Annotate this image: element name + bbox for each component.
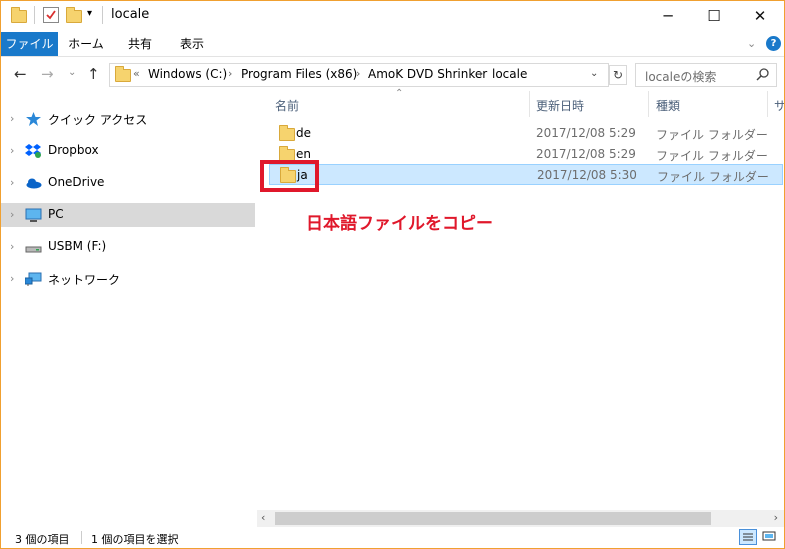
file-name: de <box>296 126 311 140</box>
dropbox-icon <box>25 144 41 158</box>
file-type: ファイル フォルダー <box>656 149 768 163</box>
breadcrumb-program-files[interactable]: Program Files (x86) <box>241 67 357 81</box>
divider <box>81 531 82 544</box>
column-divider[interactable] <box>529 91 530 117</box>
nav-item-quick-access[interactable]: › クイック アクセス <box>1 107 255 131</box>
chevron-right-icon[interactable]: › <box>10 176 14 189</box>
list-item[interactable]: de 2017/12/08 5:29 ファイル フォルダー <box>269 123 783 144</box>
chevron-right-icon[interactable]: › <box>10 144 14 157</box>
search-icon[interactable] <box>756 68 769 81</box>
window-title: locale <box>111 7 150 22</box>
divider <box>34 6 35 24</box>
sort-ascending-icon: ⌃ <box>395 88 404 99</box>
address-bar[interactable]: « Windows (C:) › Program Files (x86) › A… <box>109 63 609 87</box>
scroll-right-icon[interactable]: › <box>774 511 778 524</box>
tab-share[interactable]: 共有 <box>115 32 165 56</box>
tab-view[interactable]: 表示 <box>167 32 217 56</box>
details-view-icon[interactable] <box>739 529 757 545</box>
star-icon <box>26 112 41 126</box>
breadcrumb-amok[interactable]: AmoK DVD Shrinker <box>368 67 487 81</box>
drive-icon <box>25 246 42 253</box>
selected-count: 1 個の項目を選択 <box>91 533 179 546</box>
back-button[interactable]: ← <box>14 65 27 83</box>
help-icon[interactable]: ? <box>766 36 781 51</box>
minimize-button[interactable]: ─ <box>645 1 691 32</box>
nav-item-pc[interactable]: › PC <box>1 203 255 227</box>
search-box[interactable]: localeの検索 <box>635 63 777 87</box>
up-button[interactable]: ↑ <box>87 65 100 83</box>
list-item[interactable]: en 2017/12/08 5:29 ファイル フォルダー <box>269 144 783 165</box>
folder-icon <box>115 66 131 85</box>
file-type: ファイル フォルダー <box>656 128 768 142</box>
scroll-left-icon[interactable]: ‹ <box>261 511 265 524</box>
chevron-right-icon[interactable]: › <box>10 240 14 253</box>
file-date: 2017/12/08 5:29 <box>536 126 636 140</box>
folder-icon <box>11 7 27 24</box>
folder-icon <box>279 125 295 144</box>
nav-item-network[interactable]: › ネットワーク <box>1 267 255 291</box>
expand-ribbon-icon[interactable]: ⌄ <box>747 37 756 50</box>
nav-label: OneDrive <box>48 175 105 189</box>
close-button[interactable]: ✕ <box>737 1 783 32</box>
navigation-pane: › クイック アクセス › Dropbox › OneDrive › PC › <box>1 93 255 517</box>
column-header-type[interactable]: 種類 <box>656 97 680 114</box>
tab-home[interactable]: ホーム <box>61 32 111 56</box>
customize-quick-access-icon[interactable]: ▾ <box>87 8 92 24</box>
item-count: 3 個の項目 <box>15 533 70 546</box>
list-item-selected[interactable]: ja 2017/12/08 5:30 ファイル フォルダー <box>269 164 783 185</box>
status-bar: 3 個の項目 1 個の項目を選択 <box>1 527 784 548</box>
column-header-date[interactable]: 更新日時 <box>536 97 584 114</box>
nav-item-onedrive[interactable]: › OneDrive <box>1 171 255 195</box>
file-date: 2017/12/08 5:29 <box>536 147 636 161</box>
chevron-right-icon: › <box>479 67 484 80</box>
properties-icon[interactable] <box>43 7 59 23</box>
chevron-right-icon: › <box>356 67 361 80</box>
chevron-down-icon[interactable]: ⌄ <box>590 68 598 79</box>
highlight-box <box>260 160 319 192</box>
column-header-size[interactable]: サ <box>774 97 784 114</box>
forward-button[interactable]: → <box>41 65 54 83</box>
chevron-right-icon[interactable]: › <box>10 272 14 285</box>
network-icon <box>25 272 42 286</box>
file-name: en <box>296 147 311 161</box>
title-bar: ▾ locale ─ ☐ ✕ <box>1 1 784 32</box>
file-type: ファイル フォルダー <box>657 170 769 184</box>
column-header-name[interactable]: 名前 <box>275 97 299 114</box>
nav-item-dropbox[interactable]: › Dropbox <box>1 139 255 163</box>
divider <box>102 6 103 24</box>
recent-locations-button[interactable]: ⌄ <box>68 67 76 78</box>
nav-label: Dropbox <box>48 143 99 157</box>
chevron-right-icon[interactable]: › <box>10 208 14 221</box>
nav-label: ネットワーク <box>48 273 121 287</box>
nav-label: クイック アクセス <box>48 113 148 127</box>
breadcrumb-windows[interactable]: Windows (C:) <box>148 67 227 81</box>
refresh-button[interactable]: ↻ <box>609 65 627 85</box>
new-folder-icon[interactable] <box>66 7 82 24</box>
chevron-right-icon: › <box>228 67 233 80</box>
column-divider[interactable] <box>767 91 768 117</box>
monitor-icon <box>25 208 42 222</box>
column-divider[interactable] <box>648 91 649 117</box>
chevron-right-icon[interactable]: › <box>10 112 14 125</box>
nav-label: PC <box>48 207 64 221</box>
nav-label: USBM (F:) <box>48 239 107 253</box>
file-list: ⌃ 名前 更新日時 種類 サ de 2017/12/08 5:29 ファイル フ… <box>257 88 784 511</box>
ribbon-tabs: ファイル ホーム 共有 表示 ⌄ ? <box>1 32 784 57</box>
maximize-button[interactable]: ☐ <box>691 1 737 32</box>
explorer-window: ▾ locale ─ ☐ ✕ ファイル ホーム 共有 表示 ⌄ ? ← → ⌄ … <box>0 0 785 549</box>
tab-file[interactable]: ファイル <box>1 32 58 56</box>
nav-item-usb[interactable]: › USBM (F:) <box>1 235 255 259</box>
search-input[interactable]: localeの検索 <box>645 68 716 85</box>
cloud-icon <box>26 178 42 189</box>
file-date: 2017/12/08 5:30 <box>537 168 637 182</box>
address-row: ← → ⌄ ↑ « Windows (C:) › Program Files (… <box>1 57 784 91</box>
large-icons-view-icon[interactable] <box>761 529 779 545</box>
annotation-text: 日本語ファイルをコピー <box>306 214 493 234</box>
overflow-icon[interactable]: « <box>133 67 140 80</box>
scrollbar-thumb[interactable] <box>275 512 711 525</box>
breadcrumb-locale[interactable]: locale <box>492 67 527 81</box>
